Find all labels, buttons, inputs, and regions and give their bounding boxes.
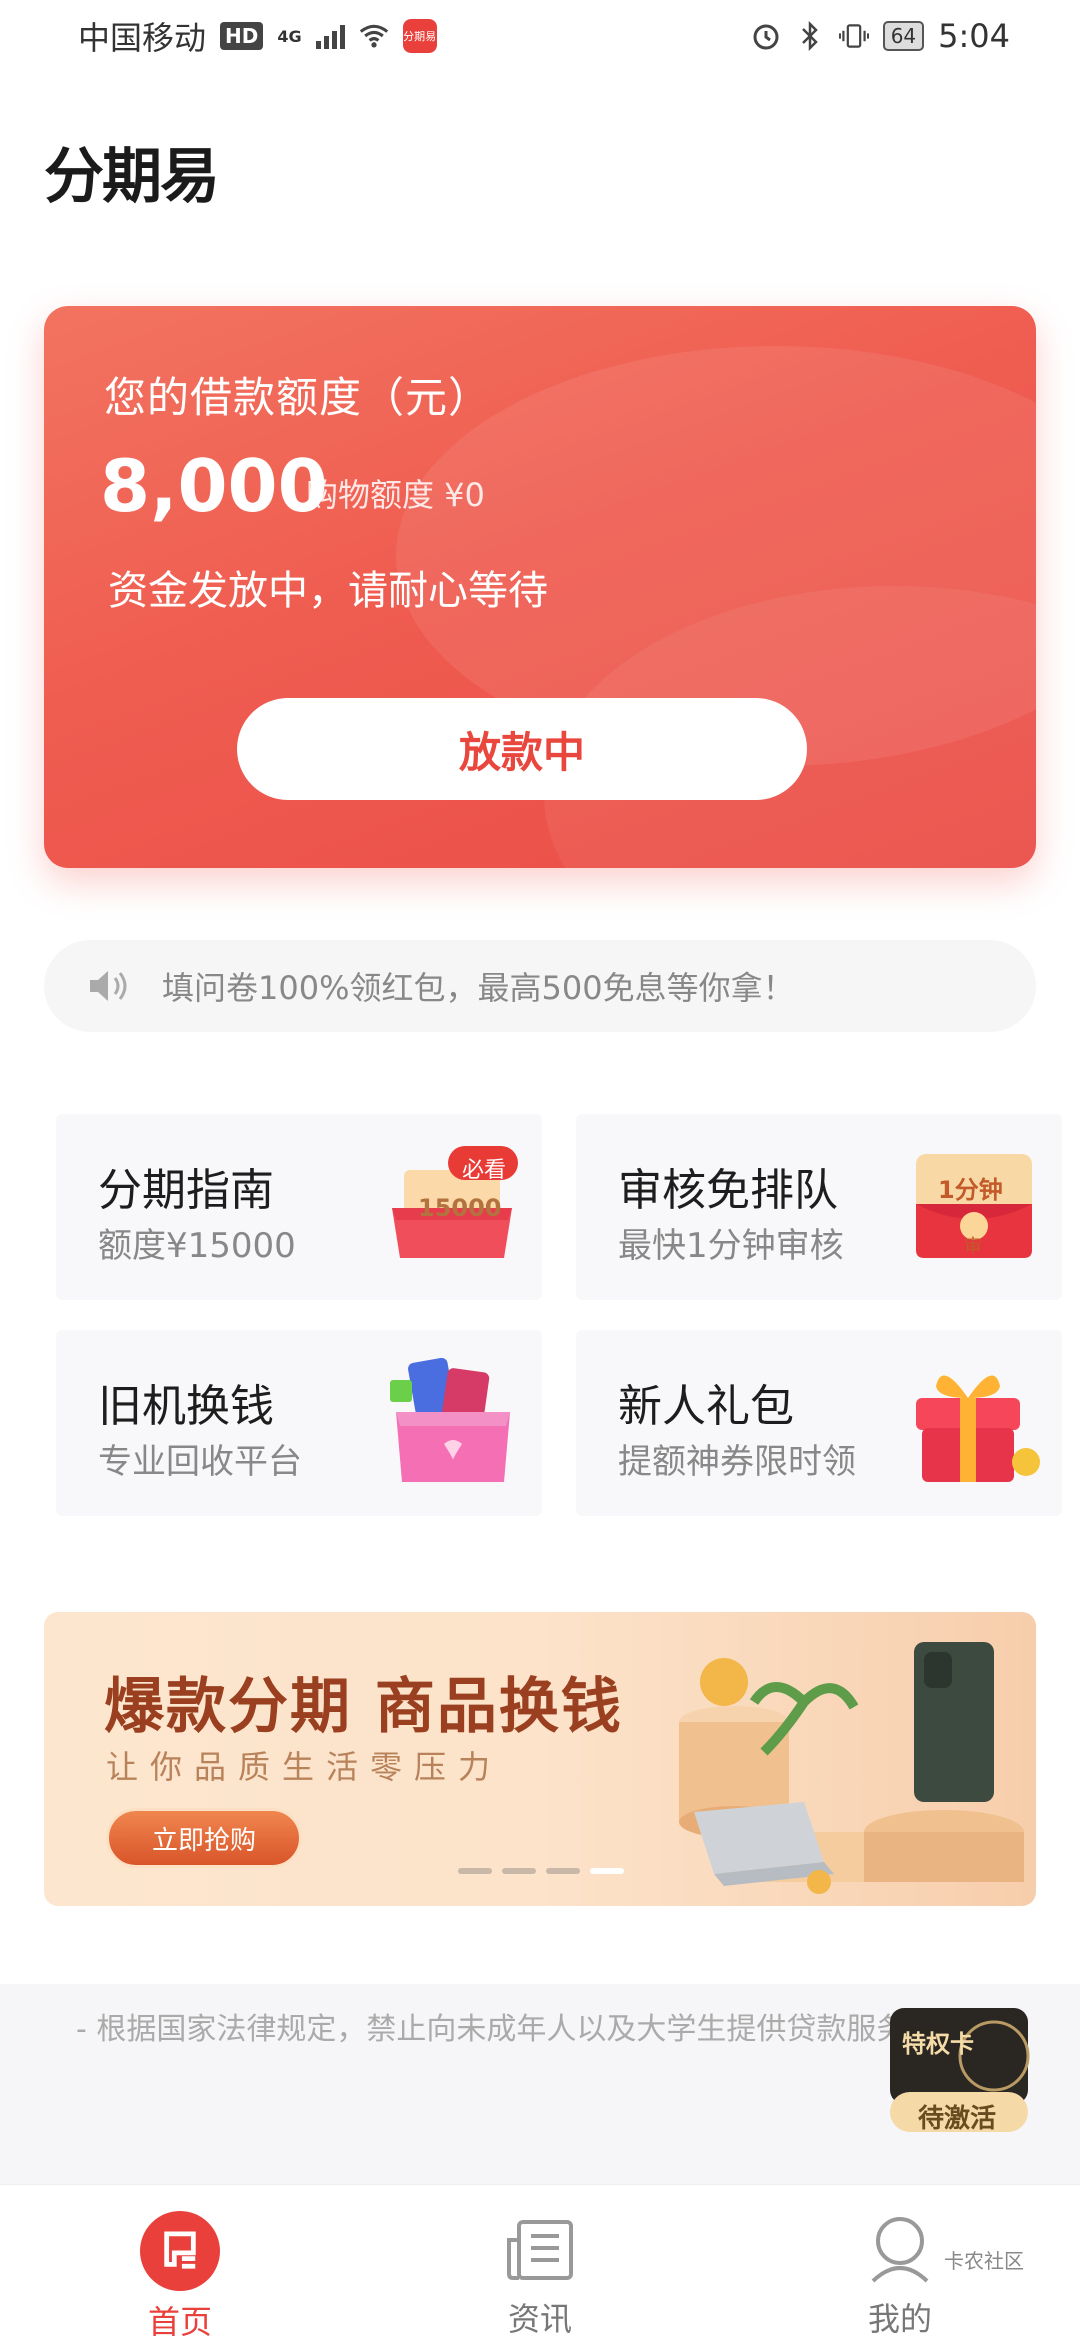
- app-logo: 分期易: [44, 142, 220, 212]
- feature-title: 新人礼包: [618, 1381, 794, 1432]
- app-notification-icon: 分期易: [402, 19, 437, 53]
- notice-bar[interactable]: 填问卷100%领红包，最高500免息等你拿！: [44, 940, 1036, 1032]
- envelope-seal: 审: [964, 1236, 982, 1257]
- privilege-status: 待激活: [918, 2104, 997, 2134]
- box-icon-text: 15000: [418, 1194, 502, 1222]
- carousel-dot[interactable]: [502, 1868, 536, 1874]
- credit-limit-card: 您的借款额度（元） 8,000 购物额度 ¥0 资金发放中，请耐心等待 放款中: [44, 306, 1036, 868]
- feature-subtitle: 额度¥15000: [98, 1226, 296, 1266]
- network-type: 4G: [277, 27, 302, 46]
- buy-now-button[interactable]: 立即抢购: [106, 1808, 302, 1868]
- loan-status-text: 资金发放中，请耐心等待: [108, 568, 548, 614]
- wifi-icon: [359, 21, 389, 51]
- shopping-quota: 购物额度 ¥0: [306, 476, 485, 514]
- phone-box-icon: [382, 1350, 522, 1490]
- promo-banner[interactable]: 爆款分期 商品换钱 让你品质生活零压力 立即抢购: [44, 1612, 1036, 1906]
- profile-icon: [860, 2211, 940, 2288]
- app-screen: 中国移动 HD 4G 分期易 64 5:04 分期易 您的借款额度（元） 8,0…: [0, 0, 1080, 2340]
- signal-icon: [315, 23, 345, 49]
- credit-limit-amount: 8,000: [100, 444, 328, 528]
- banner-title: 爆款分期 商品换钱: [104, 1672, 623, 1742]
- bluetooth-icon: [795, 21, 825, 51]
- carousel-dot[interactable]: [546, 1868, 580, 1874]
- loan-status-button[interactable]: 放款中: [237, 698, 807, 800]
- product-illustration: [679, 1642, 1024, 1894]
- feature-newcomer-gift[interactable]: 新人礼包 提额神券限时领: [576, 1330, 1062, 1516]
- feature-subtitle: 专业回收平台: [98, 1442, 302, 1482]
- bottom-tab-bar: 首页 资讯 我的 卡农社区: [0, 2184, 1080, 2340]
- tab-label: 资讯: [507, 2300, 572, 2338]
- red-envelope-icon: 1分钟 审: [902, 1134, 1042, 1274]
- privilege-card-float[interactable]: 特权卡 待激活: [884, 2000, 1034, 2136]
- legal-text: - 根据国家法律规定，禁止向未成年人以及大学生提供贷款服务 -: [76, 2012, 927, 2047]
- feature-title: 审核免排队: [618, 1165, 838, 1216]
- news-icon: [500, 2211, 580, 2288]
- alarm-icon: [751, 21, 781, 51]
- envelope-text: 1分钟: [938, 1176, 1003, 1204]
- home-icon: [140, 2211, 220, 2291]
- feature-subtitle: 最快1分钟审核: [618, 1226, 844, 1266]
- carousel-dot-active[interactable]: [590, 1868, 624, 1874]
- feature-trade-in[interactable]: 旧机换钱 专业回收平台: [56, 1330, 542, 1516]
- speaker-icon: [88, 968, 132, 1004]
- privilege-title: 特权卡: [902, 2030, 974, 2058]
- feature-subtitle: 提额神券限时领: [618, 1442, 856, 1482]
- clock: 5:04: [938, 17, 1010, 55]
- credit-limit-label: 您的借款额度（元）: [104, 373, 492, 422]
- badge-must-see: 必看: [462, 1158, 507, 1183]
- gift-icon: [902, 1350, 1042, 1490]
- hd-badge: HD: [220, 22, 264, 50]
- tab-news[interactable]: 资讯: [360, 2185, 720, 2340]
- feature-fast-review[interactable]: 审核免排队 最快1分钟审核 1分钟 审: [576, 1114, 1062, 1300]
- tab-label: 首页: [147, 2303, 212, 2340]
- vibrate-icon: [838, 21, 869, 51]
- tab-home[interactable]: 首页: [0, 2185, 360, 2340]
- banner-subtitle: 让你品质生活零压力: [106, 1748, 503, 1786]
- tab-label: 我的: [867, 2300, 932, 2338]
- watermark-logo: 卡农社区: [944, 2249, 1024, 2273]
- feature-title: 旧机换钱: [98, 1381, 274, 1432]
- notice-text: 填问卷100%领红包，最高500免息等你拿！: [162, 969, 795, 1007]
- carrier-name: 中国移动: [78, 19, 207, 57]
- battery-icon: 64: [882, 21, 925, 51]
- feature-title: 分期指南: [98, 1165, 274, 1216]
- tab-profile[interactable]: 我的 卡农社区: [720, 2185, 1080, 2340]
- carousel-dot[interactable]: [458, 1868, 492, 1874]
- status-bar: 中国移动 HD 4G 分期易 64 5:04: [0, 0, 1080, 72]
- carousel-indicator: [458, 1868, 624, 1874]
- feature-installment-guide[interactable]: 分期指南 额度¥15000 必看 15000: [56, 1114, 542, 1300]
- box-icon: 必看 15000: [382, 1134, 522, 1274]
